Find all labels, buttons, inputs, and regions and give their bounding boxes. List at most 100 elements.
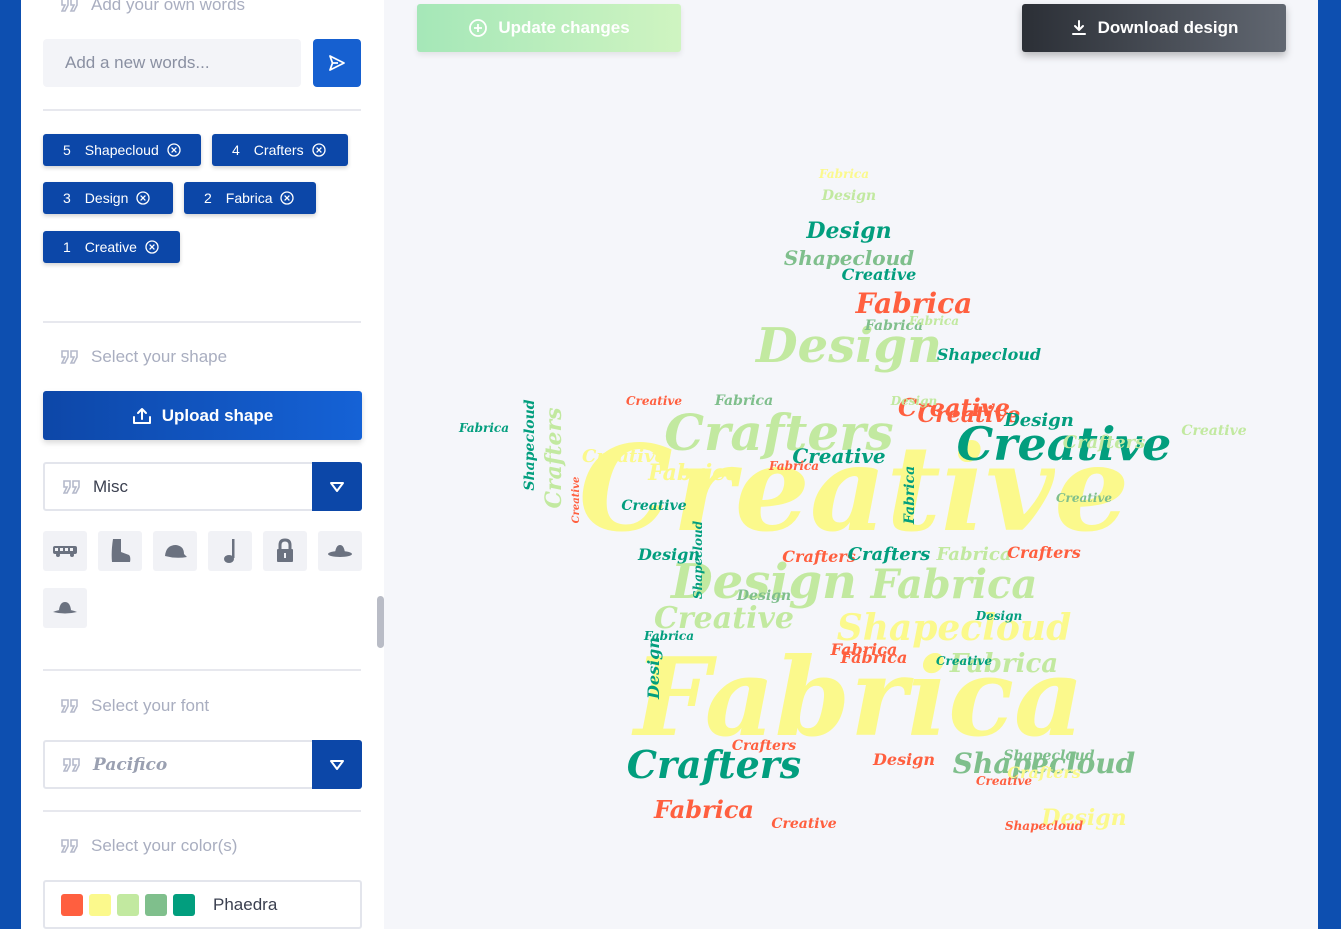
hat-icon bbox=[328, 545, 352, 557]
palette-name: Phaedra bbox=[213, 894, 278, 914]
cloud-word: Creative bbox=[842, 265, 917, 284]
cloud-word: Fabrica bbox=[458, 421, 509, 435]
upload-shape-button[interactable]: Upload shape bbox=[43, 391, 362, 440]
remove-word-icon[interactable] bbox=[145, 240, 159, 254]
palette-swatches bbox=[61, 893, 201, 916]
quote-icon bbox=[61, 839, 78, 853]
send-icon bbox=[329, 55, 345, 71]
quote-icon bbox=[61, 350, 78, 364]
color-swatch bbox=[145, 893, 167, 916]
word-weight: 3 bbox=[63, 190, 71, 206]
shape-category-dropdown-button[interactable] bbox=[312, 462, 362, 511]
remove-word-icon[interactable] bbox=[311, 143, 326, 157]
remove-word-icon[interactable] bbox=[280, 191, 295, 205]
sidebar: Add your own words 5 Shapecloud 4 Crafters 3… bbox=[21, 0, 384, 929]
shape-category-select[interactable]: Misc bbox=[43, 462, 362, 511]
cloud-word: Crafters bbox=[732, 738, 796, 754]
color-swatch bbox=[117, 893, 139, 916]
sombrero-icon bbox=[53, 602, 77, 614]
shape-category-value-wrap: Misc bbox=[63, 464, 128, 509]
color-swatch bbox=[89, 893, 111, 916]
boot-icon bbox=[111, 539, 131, 562]
add-words-heading: Add your own words bbox=[61, 0, 245, 17]
divider bbox=[43, 810, 361, 812]
font-select[interactable]: Pacifico bbox=[43, 740, 362, 789]
divider bbox=[43, 321, 361, 323]
cloud-word: Fabrica bbox=[908, 314, 959, 328]
word-text: Shapecloud bbox=[84, 142, 159, 158]
word-weight: 1 bbox=[63, 239, 71, 255]
word-text: Crafters bbox=[253, 142, 304, 158]
sidebar-scrollbar[interactable] bbox=[377, 596, 384, 648]
word-chip[interactable]: 3 Design bbox=[43, 182, 173, 214]
upload-shape-label: Upload shape bbox=[161, 405, 274, 425]
shape-option-boot[interactable] bbox=[98, 531, 142, 571]
shape-option-music-note[interactable] bbox=[208, 531, 252, 571]
cloud-word: Shapecloud bbox=[522, 399, 538, 490]
cloud-word: Design bbox=[975, 609, 1022, 623]
triangle-down-icon bbox=[330, 481, 344, 492]
quote-icon bbox=[63, 757, 80, 772]
cloud-word: Fabrica bbox=[936, 544, 1012, 565]
cloud-word: Design bbox=[872, 750, 935, 769]
cloud-word: Creative bbox=[936, 654, 992, 668]
shape-option-cap[interactable] bbox=[153, 531, 197, 571]
bus-icon bbox=[53, 546, 77, 557]
new-word-input[interactable] bbox=[43, 39, 301, 87]
divider bbox=[43, 109, 361, 111]
cloud-word: Creative bbox=[1181, 423, 1246, 439]
cloud-word: Fabrica bbox=[714, 393, 773, 409]
shape-option-padlock[interactable] bbox=[263, 531, 307, 571]
main-canvas-area: Update changes Download design Creative F… bbox=[384, 0, 1318, 929]
word-chip[interactable]: 5 Shapecloud bbox=[43, 134, 201, 166]
cloud-word: Crafters bbox=[848, 544, 931, 565]
font-heading: Select your font bbox=[61, 694, 209, 718]
add-word-button[interactable] bbox=[313, 39, 361, 87]
cloud-word: Creative bbox=[626, 394, 682, 408]
font-value-wrap: Pacifico bbox=[63, 742, 167, 787]
cloud-word: Creative bbox=[1056, 491, 1112, 505]
word-chip[interactable]: 1 Creative bbox=[43, 231, 180, 263]
cloud-word: Fabrica bbox=[870, 561, 1038, 608]
word-text: Design bbox=[84, 190, 129, 206]
music-note-icon bbox=[224, 539, 235, 563]
shape-option-hat[interactable] bbox=[318, 531, 362, 571]
color-swatch bbox=[61, 893, 83, 916]
padlock-icon bbox=[277, 538, 293, 562]
word-chip[interactable]: 4 Crafters bbox=[212, 134, 348, 166]
cloud-word: Creative bbox=[571, 477, 582, 524]
font-dropdown-button[interactable] bbox=[312, 740, 362, 789]
cloud-word: Fabrica bbox=[653, 795, 754, 824]
color-swatch bbox=[173, 893, 195, 916]
remove-word-icon[interactable] bbox=[136, 191, 151, 205]
cloud-word: Shapecloud bbox=[1003, 748, 1094, 764]
word-chip[interactable]: 2 Fabrica bbox=[184, 182, 316, 214]
cloud-word: Design bbox=[821, 188, 876, 204]
shape-heading-label: Select your shape bbox=[91, 347, 228, 366]
word-weight: 2 bbox=[204, 190, 212, 206]
cloud-word: Creative bbox=[582, 446, 666, 467]
cap-icon bbox=[165, 545, 187, 558]
cloud-word: Shapecloud bbox=[691, 520, 705, 599]
cloud-word: Design bbox=[805, 218, 891, 244]
cloud-word: Crafters bbox=[782, 547, 855, 566]
cloud-word: Fabrica bbox=[768, 459, 819, 473]
shape-option-sombrero[interactable] bbox=[43, 588, 87, 628]
cloud-word: Crafters bbox=[541, 408, 567, 509]
cloud-word: Fabrica bbox=[830, 640, 898, 659]
quote-icon bbox=[61, 0, 78, 12]
word-text: Fabrica bbox=[225, 190, 273, 206]
color-heading: Select your color(s) bbox=[61, 834, 237, 858]
word-text: Creative bbox=[84, 239, 137, 255]
shape-category-value: Misc bbox=[93, 476, 128, 496]
cloud-word: Design bbox=[890, 394, 937, 408]
quote-icon bbox=[63, 479, 80, 494]
word-weight: 4 bbox=[232, 142, 240, 158]
color-heading-label: Select your color(s) bbox=[91, 836, 238, 855]
cloud-word: Crafters bbox=[1007, 543, 1080, 562]
upload-icon bbox=[132, 407, 151, 424]
cloud-word: Creative bbox=[621, 498, 686, 514]
color-palette-select[interactable]: Phaedra bbox=[43, 880, 362, 929]
remove-word-icon[interactable] bbox=[167, 143, 181, 157]
shape-option-bus[interactable] bbox=[43, 531, 87, 571]
